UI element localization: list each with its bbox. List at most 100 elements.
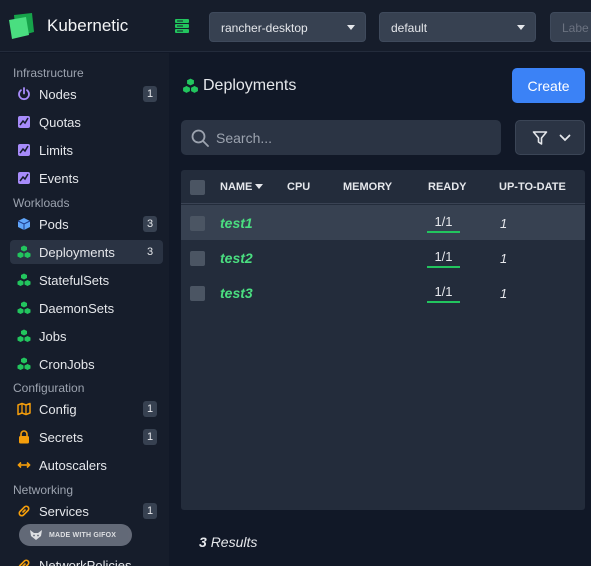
search-box[interactable] xyxy=(181,120,501,155)
chart-icon xyxy=(18,116,30,128)
create-button[interactable]: Create xyxy=(512,68,585,103)
count-badge: 3 xyxy=(143,216,157,232)
count-badge: 3 xyxy=(146,246,154,258)
context-select[interactable]: rancher-desktop xyxy=(209,12,366,42)
deployment-name-link[interactable]: test1 xyxy=(220,215,253,231)
sidebar-item-nodes[interactable]: Nodes 1 xyxy=(10,82,163,106)
table-header: NAME CPU MEMORY READY UP-TO-DATE xyxy=(181,170,585,204)
chart-icon xyxy=(18,172,30,184)
select-all-checkbox[interactable] xyxy=(190,180,205,195)
sidebar-item-quotas[interactable]: Quotas xyxy=(10,110,163,134)
sidebar: Infrastructure Nodes 1 Quotas Limits Eve… xyxy=(0,53,169,566)
count-badge: 1 xyxy=(143,429,157,445)
sidebar-item-secrets[interactable]: Secrets 1 xyxy=(10,425,163,449)
results-count: 3 Results xyxy=(199,534,257,550)
server-stack-icon[interactable] xyxy=(174,18,190,34)
ready-value: 1/1 xyxy=(427,249,460,268)
column-header-memory[interactable]: MEMORY xyxy=(343,181,392,193)
sidebar-item-pods[interactable]: Pods 3 xyxy=(10,212,163,236)
count-badge: 1 xyxy=(143,401,157,417)
count-badge: 1 xyxy=(143,86,157,102)
uptodate-value: 1 xyxy=(500,286,508,301)
sidebar-item-label: Pods xyxy=(39,216,69,232)
uptodate-value: 1 xyxy=(500,251,508,266)
sidebar-section-workloads: Workloads xyxy=(13,196,70,210)
row-checkbox[interactable] xyxy=(190,286,205,301)
context-select-value: rancher-desktop xyxy=(221,21,308,35)
arrows-horizontal-icon xyxy=(17,461,31,469)
cube-icon xyxy=(17,218,31,230)
map-icon xyxy=(17,402,31,416)
search-icon xyxy=(191,129,209,147)
sidebar-item-label: CronJobs xyxy=(39,356,95,372)
sidebar-item-networkpolicies[interactable]: NetworkPolicies xyxy=(10,553,163,566)
sidebar-item-limits[interactable]: Limits xyxy=(10,138,163,162)
lock-icon xyxy=(19,430,29,444)
filter-icon xyxy=(532,131,548,145)
cubes-icon xyxy=(17,245,31,258)
sidebar-item-label: Deployments xyxy=(39,244,115,260)
row-checkbox[interactable] xyxy=(190,251,205,266)
sidebar-section-infrastructure: Infrastructure xyxy=(13,66,84,80)
cubes-icon xyxy=(17,301,31,314)
kubernetic-logo-icon xyxy=(9,13,34,39)
sidebar-item-events[interactable]: Events xyxy=(10,166,163,190)
top-bar: Kubernetic rancher-desktop default Labe xyxy=(0,0,591,52)
sidebar-item-label: Config xyxy=(39,401,77,417)
sidebar-item-label: Limits xyxy=(39,142,73,158)
sidebar-section-networking: Networking xyxy=(13,483,74,497)
sort-down-icon xyxy=(255,184,264,189)
deployments-table: NAME CPU MEMORY READY UP-TO-DATE test1 1… xyxy=(181,170,585,510)
power-icon xyxy=(18,87,30,101)
table-row[interactable]: test3 1/1 1 xyxy=(181,275,585,310)
chevron-down-icon xyxy=(347,25,355,30)
link-icon xyxy=(18,505,30,517)
namespace-select[interactable]: default xyxy=(379,12,536,42)
cubes-icon xyxy=(17,329,31,342)
sidebar-item-label: StatefulSets xyxy=(39,272,110,288)
sidebar-item-cronjobs[interactable]: CronJobs xyxy=(10,352,163,376)
chart-icon xyxy=(18,144,30,156)
ready-value: 1/1 xyxy=(427,284,460,303)
sidebar-item-config[interactable]: Config 1 xyxy=(10,397,163,421)
labels-input-placeholder: Labe xyxy=(562,21,589,35)
column-header-cpu[interactable]: CPU xyxy=(287,181,310,193)
column-header-ready[interactable]: READY xyxy=(428,181,467,193)
ready-value: 1/1 xyxy=(427,214,460,233)
chevron-down-icon xyxy=(559,134,571,142)
page-title: Deployments xyxy=(203,77,297,94)
sidebar-item-label: Jobs xyxy=(39,328,67,344)
table-row[interactable]: test1 1/1 1 xyxy=(181,205,585,240)
sidebar-item-deployments[interactable]: Deployments 3 xyxy=(10,240,163,264)
row-checkbox[interactable] xyxy=(190,216,205,231)
labels-input[interactable]: Labe xyxy=(550,12,591,42)
sidebar-item-daemonsets[interactable]: DaemonSets xyxy=(10,296,163,320)
column-header-label: NAME xyxy=(220,181,253,193)
namespace-select-value: default xyxy=(391,21,428,35)
uptodate-value: 1 xyxy=(500,216,508,231)
filter-button[interactable] xyxy=(515,120,585,155)
sidebar-item-label: Services xyxy=(39,503,89,519)
sidebar-item-jobs[interactable]: Jobs xyxy=(10,324,163,348)
deployment-name-link[interactable]: test3 xyxy=(220,285,253,301)
sidebar-item-statefulsets[interactable]: StatefulSets xyxy=(10,268,163,292)
gifox-watermark: MADE WITH GIFOX xyxy=(19,524,132,546)
column-header-uptodate[interactable]: UP-TO-DATE xyxy=(499,181,566,193)
sidebar-item-label: NetworkPolicies xyxy=(39,557,132,566)
sidebar-item-label: Events xyxy=(39,170,79,186)
sidebar-item-label: Autoscalers xyxy=(39,457,107,473)
link-icon xyxy=(18,559,30,566)
search-input[interactable] xyxy=(216,120,496,155)
gifox-watermark-text: MADE WITH GIFOX xyxy=(49,531,117,539)
sidebar-item-label: Nodes xyxy=(39,86,77,102)
count-badge: 1 xyxy=(143,503,157,519)
sidebar-item-services[interactable]: Services 1 xyxy=(10,499,163,523)
column-header-name[interactable]: NAME xyxy=(220,181,264,193)
table-row[interactable]: test2 1/1 1 xyxy=(181,240,585,275)
deployment-name-link[interactable]: test2 xyxy=(220,250,253,266)
sidebar-section-configuration: Configuration xyxy=(13,381,85,395)
sidebar-item-autoscalers[interactable]: Autoscalers xyxy=(10,453,163,477)
sidebar-item-label: DaemonSets xyxy=(39,300,115,316)
cubes-icon xyxy=(17,273,31,286)
results-number: 3 xyxy=(199,534,207,550)
